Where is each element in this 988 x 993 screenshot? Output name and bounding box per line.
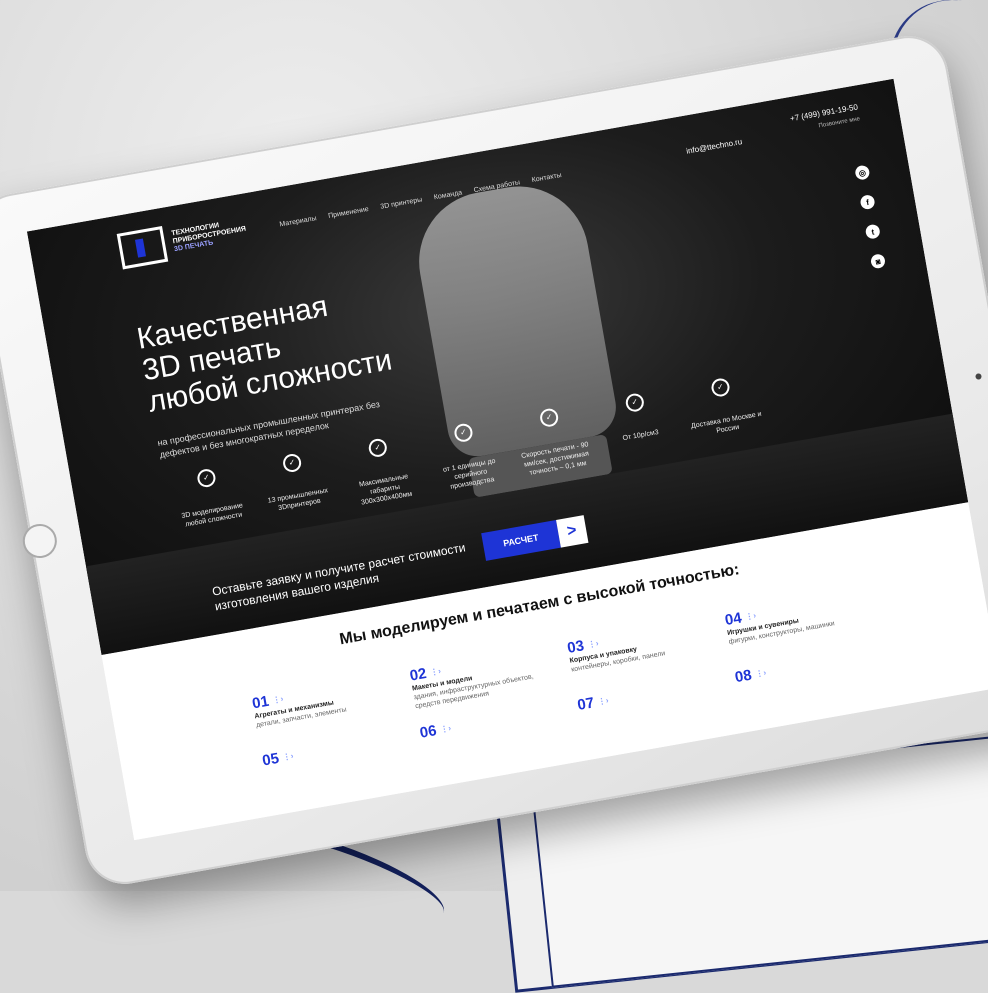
feature-text: Максимальные габариты 300х300х400мм	[358, 473, 413, 507]
nav-item-3d-printers[interactable]: 3D принтеры	[380, 196, 423, 210]
social-links: ◎ f t ◙	[854, 164, 887, 270]
nav-item-team[interactable]: Команда	[433, 189, 462, 201]
service-number: 05 ⋮›	[260, 732, 401, 770]
service-number-text: 01	[250, 692, 271, 713]
feature-item: ✓ 13 промышленных 3Dпринтеров	[252, 447, 340, 525]
feature-item: ✓ от 1 единицы до серийного производства	[423, 417, 511, 495]
service-number-text: 02	[408, 665, 428, 685]
check-icon: ✓	[710, 377, 731, 398]
dots-icon: ⋮›	[587, 638, 600, 650]
check-icon: ✓	[196, 467, 217, 489]
site-logo[interactable]: ТЕХНОЛОГИИ ПРИБОРОСТРОЕНИЯ 3D ПЕЧАТЬ	[116, 212, 250, 270]
feature-item: ✓ Максимальные габариты 300х300х400мм	[338, 432, 426, 510]
dots-icon: ⋮›	[754, 667, 767, 679]
dots-icon: ⋮›	[744, 610, 757, 622]
check-icon: ✓	[281, 452, 303, 474]
service-number-text: 07	[576, 694, 596, 714]
nav-item-workflow[interactable]: Схема работы	[473, 179, 520, 194]
feature-text: 13 промышленных 3Dпринтеров	[267, 487, 329, 513]
service-number: 07 ⋮›	[576, 677, 716, 714]
logo-text: ТЕХНОЛОГИИ ПРИБОРОСТРОЕНИЯ 3D ПЕЧАТЬ	[171, 218, 248, 255]
dots-icon: ⋮›	[439, 723, 452, 735]
feature-text: Доставка по Москве и России	[690, 410, 763, 435]
check-icon: ✓	[453, 422, 474, 444]
header-contacts: info@ttechno.ru +7 (499) 991-19-50 Позво…	[686, 101, 861, 155]
feature-text: От 10р/см3	[622, 428, 660, 443]
dots-icon: ⋮›	[282, 751, 295, 763]
feature-text: 3D моделирование любой сложности	[181, 502, 244, 529]
service-number-text: 03	[566, 637, 586, 657]
service-number-text: 08	[733, 666, 754, 687]
calculate-button-label: РАСЧЕТ	[481, 520, 561, 561]
check-icon: ✓	[538, 407, 560, 429]
service-number: 08 ⋮›	[733, 649, 873, 687]
nav-item-applications[interactable]: Применение	[328, 206, 370, 220]
logo-mark-icon	[116, 226, 169, 270]
service-number-text: 06	[418, 722, 438, 742]
service-item[interactable]: 06 ⋮›	[418, 705, 558, 742]
hero-title: Качественная 3D печать любой сложности	[134, 281, 394, 419]
service-number: 06 ⋮›	[418, 705, 558, 742]
service-number-text: 04	[723, 609, 743, 630]
service-item[interactable]: 08 ⋮›	[733, 649, 873, 687]
twitter-icon[interactable]: t	[864, 223, 881, 240]
check-icon: ✓	[624, 392, 646, 414]
service-item[interactable]: 01 ⋮› Агрегаты и механизмы детали, запчас…	[250, 675, 397, 739]
feature-item: ✓ Скорость печати - 90 мм/сек, достижима…	[509, 402, 597, 480]
email-link[interactable]: info@ttechno.ru	[685, 136, 743, 158]
facebook-icon[interactable]: f	[859, 194, 876, 211]
service-item[interactable]: 07 ⋮›	[576, 677, 716, 714]
dots-icon: ⋮›	[429, 666, 442, 678]
social-icon-1[interactable]: ◎	[854, 164, 871, 181]
nav-item-materials[interactable]: Материалы	[279, 215, 317, 228]
nav-item-contacts[interactable]: Контакты	[531, 172, 562, 184]
feature-item: ✓ От 10р/см3	[595, 387, 683, 465]
service-item[interactable]: 05 ⋮›	[260, 732, 401, 770]
service-item[interactable]: 04 ⋮› Игрушки и сувениры фигурки, констру…	[724, 592, 869, 656]
feature-item: ✓ Доставка по Москве и России	[681, 372, 769, 450]
dots-icon: ⋮›	[597, 695, 610, 707]
service-number-text: 05	[260, 749, 281, 770]
instagram-icon[interactable]: ◙	[869, 253, 887, 270]
service-item[interactable]: 03 ⋮› Корпуса и упаковку контейнеры, коро…	[566, 620, 712, 684]
feature-item: ✓ 3D моделирование любой сложности	[166, 462, 254, 540]
arrow-right-icon: >	[555, 515, 589, 548]
service-item[interactable]: 02 ⋮› Макеты и модели здания, инфраструкт…	[408, 648, 554, 712]
check-icon: ✓	[367, 437, 389, 459]
dots-icon: ⋮›	[271, 694, 285, 705]
